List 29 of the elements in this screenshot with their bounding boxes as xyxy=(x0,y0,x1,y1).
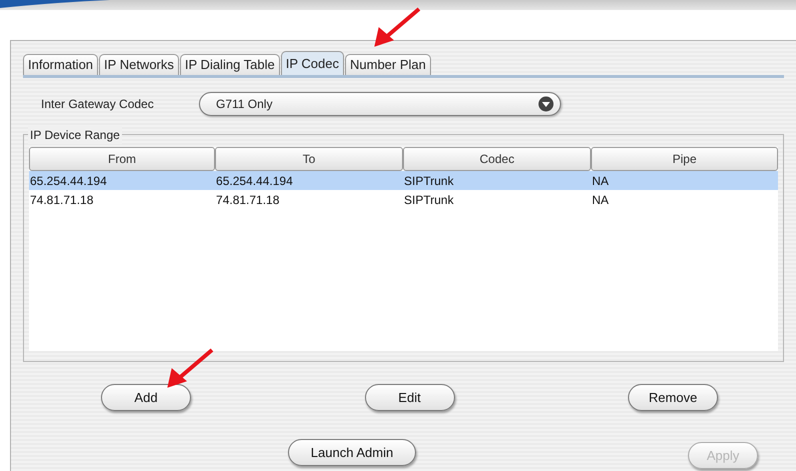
group-title: IP Device Range xyxy=(28,126,122,144)
column-header[interactable]: Pipe xyxy=(590,147,778,171)
table-cell-text: NA xyxy=(590,192,610,208)
table-cell-text: 74.81.71.18 xyxy=(215,192,280,208)
field-label: Inter Gateway Codec xyxy=(41,96,155,113)
action-button[interactable]: Edit xyxy=(364,384,454,411)
table-row[interactable]: 65.254.44.194 65.254.44.194 SIPTrunk NA xyxy=(29,171,778,190)
action-button[interactable]: Remove xyxy=(628,384,718,411)
column-header[interactable]: Codec xyxy=(403,147,591,171)
column-header[interactable]: To xyxy=(215,147,403,171)
table-cell-text: SIPTrunk xyxy=(403,172,455,190)
arrow-drawing xyxy=(373,6,423,48)
arrow-drawing xyxy=(166,347,216,389)
codec-dropdown[interactable]: G711 Only xyxy=(199,92,561,116)
table-cell-text: 74.81.71.18 xyxy=(29,192,94,208)
table-cell-text: NA xyxy=(590,172,610,190)
action-button[interactable]: Launch Admin xyxy=(288,439,416,466)
table-cell-text: 65.254.44.194 xyxy=(29,172,108,190)
tab[interactable]: Number Plan xyxy=(345,54,431,75)
column-header[interactable]: From xyxy=(29,147,216,171)
tab[interactable]: Information xyxy=(23,54,98,75)
dropdown-value: G711 Only xyxy=(216,96,272,113)
table-cell-text: 65.254.44.194 xyxy=(215,172,294,190)
table-cell-text: SIPTrunk xyxy=(403,192,455,208)
action-button[interactable]: Add xyxy=(101,384,191,411)
tab[interactable]: IP Dialing Table xyxy=(180,54,280,75)
tab[interactable]: IP Networks xyxy=(99,54,179,75)
dropdown-caret-icon xyxy=(538,96,554,112)
tab[interactable]: IP Codec xyxy=(280,51,344,75)
